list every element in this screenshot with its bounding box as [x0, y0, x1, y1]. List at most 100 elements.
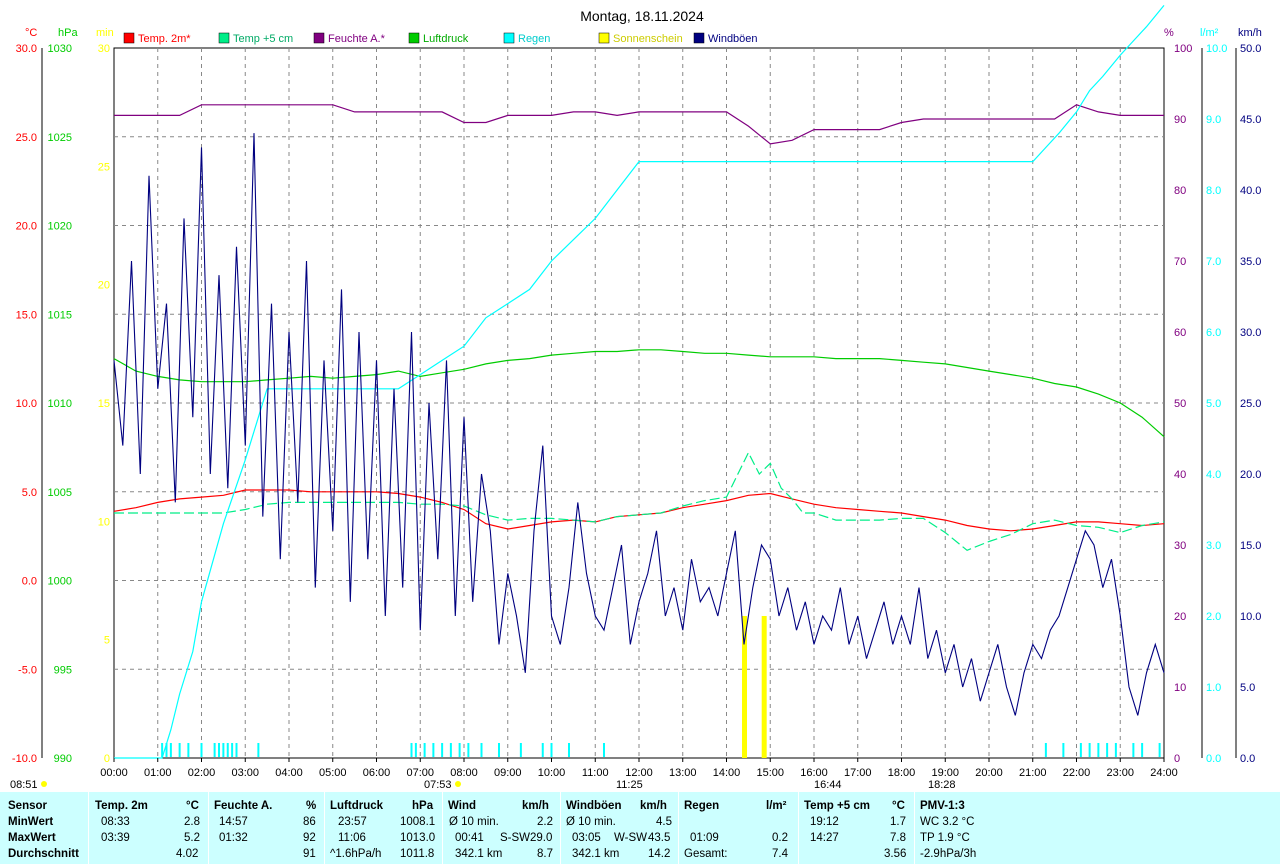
rain-event-marker [257, 743, 260, 757]
legend-swatch [598, 32, 610, 44]
x-tick-label: 20:00 [975, 767, 1003, 779]
axes-layer: °C 30.0 25.0 20.0 15.0 10.0 5.0 0.0 -5.0 -10.0 hPa… [12, 27, 1262, 765]
axis-unit-label: % [1164, 27, 1174, 39]
axis-tick-label: 0.0 [1240, 753, 1255, 765]
axis-tick-label: 50.0 [1240, 43, 1261, 55]
cell: 342.1 km [455, 848, 503, 860]
rain-event-marker [226, 743, 229, 757]
legend-swatch [123, 32, 135, 44]
legend-swatch [313, 32, 325, 44]
axis-tick-label: 30.0 [1240, 327, 1261, 339]
sun-event-label: 16:44 [814, 779, 842, 791]
row-label-min: MinWert [8, 816, 54, 828]
rain-event-marker [1114, 743, 1117, 757]
rain-line [114, 5, 1165, 759]
axis-unit-label: °C [25, 27, 37, 39]
sun-event-label: 08:51 [10, 779, 38, 791]
sunshine-bar [761, 616, 767, 758]
x-tick-label: 11:00 [582, 767, 609, 779]
x-tick-label: 10:00 [538, 767, 566, 779]
axis-unit-label: km/h [1238, 27, 1262, 39]
header-druck: Luftdruck [330, 800, 384, 812]
axis-tick-label: 1030 [48, 43, 72, 55]
rain-event-marker [550, 743, 553, 757]
axis-tick-label: 60 [1174, 327, 1186, 339]
cell: 14:57 [219, 816, 248, 828]
cell: 2.8 [184, 816, 200, 828]
rain-event-marker [231, 743, 234, 757]
cell: 4.02 [176, 848, 199, 860]
cell: -2.9hPa/3h [920, 848, 977, 860]
x-tick-label: 12:00 [625, 767, 653, 779]
cell: TP 1.9 °C [920, 832, 970, 844]
x-tick-label: 04:00 [275, 767, 303, 779]
cell: Gesamt: [684, 848, 728, 860]
axis-tick-label: 995 [54, 664, 72, 676]
axis-tick-label: 10.0 [1206, 43, 1227, 55]
axis-tick-label: 80 [1174, 185, 1186, 197]
rain-event-marker [1097, 743, 1100, 757]
rain-event-marker [423, 743, 426, 757]
cell: 03:05 [572, 832, 601, 844]
rain-event-marker [178, 743, 181, 757]
rain-event-marker [414, 743, 417, 757]
header-wind-unit: km/h [522, 800, 549, 812]
series-layer [113, 5, 1165, 759]
axis-tick-label: 15.0 [1240, 540, 1261, 552]
cell: 14:27 [810, 832, 839, 844]
axis-tick-label: 10 [98, 516, 110, 528]
x-tick-label: 21:00 [1019, 767, 1047, 779]
axis-tick-label: 8.0 [1206, 185, 1221, 197]
axis-tick-label: -5.0 [18, 664, 37, 676]
axis-tick-label: 1000 [48, 576, 72, 588]
cell: 1013.0 [400, 832, 436, 844]
axis-tick-label: 0 [1174, 753, 1180, 765]
rain-event-marker [1132, 743, 1135, 757]
axis-tick-label: 10.0 [1240, 611, 1261, 623]
sun-icon [41, 781, 47, 787]
cell: 08:33 [101, 816, 130, 828]
cell: 14.2 [648, 848, 671, 860]
axis-tick-label: 20 [98, 280, 110, 292]
legend-label: Windböen [708, 33, 758, 45]
axis-tick-label: 25 [98, 161, 110, 173]
x-tick-label: 02:00 [188, 767, 216, 779]
cell: 19:12 [810, 816, 839, 828]
rain-event-marker [213, 743, 216, 757]
axis-tick-label: 15 [98, 398, 110, 410]
cell: 1008.1 [400, 816, 436, 828]
rain-event-marker [603, 743, 605, 757]
cell: 7.8 [890, 832, 906, 844]
cell: 8.7 [537, 848, 553, 860]
cell: WC 3.2 °C [920, 816, 975, 828]
axis-tick-label: 6.0 [1206, 327, 1221, 339]
header-regen: Regen [684, 800, 720, 812]
cell: 00:41 [455, 832, 484, 844]
x-tick-label: 01:00 [144, 767, 172, 779]
rain-event-marker [222, 743, 225, 757]
x-tick-label: 07:00 [406, 767, 434, 779]
rain-event-marker [1088, 743, 1091, 757]
rain-event-marker [519, 743, 522, 757]
sun-event-label: 18:28 [928, 779, 956, 791]
x-tick-label: 14:00 [713, 767, 741, 779]
axis-tick-label: 35.0 [1240, 256, 1261, 268]
axis-tick-label: 5.0 [22, 487, 37, 499]
rain-event-marker [480, 743, 483, 757]
axis-tick-label: 1015 [48, 309, 72, 321]
header-wind: Wind [448, 800, 476, 812]
axis-tick-label: 5.0 [1240, 682, 1255, 694]
legend-swatch [693, 32, 705, 44]
rain-event-marker [498, 743, 500, 757]
legend-swatch [408, 32, 420, 44]
axis-tick-label: 7.0 [1206, 256, 1221, 268]
cell: 2.2 [537, 816, 553, 828]
cell: 43.5 [648, 832, 671, 844]
cell: 342.1 km [572, 848, 620, 860]
x-tick-label: 13:00 [669, 767, 697, 779]
grid-layer [113, 47, 1165, 759]
x-tick-label: 06:00 [363, 767, 391, 779]
chart-title: Montag, 18.11.2024 [580, 8, 704, 24]
header-temp5-unit: °C [892, 800, 905, 812]
sun-icon [455, 781, 461, 787]
